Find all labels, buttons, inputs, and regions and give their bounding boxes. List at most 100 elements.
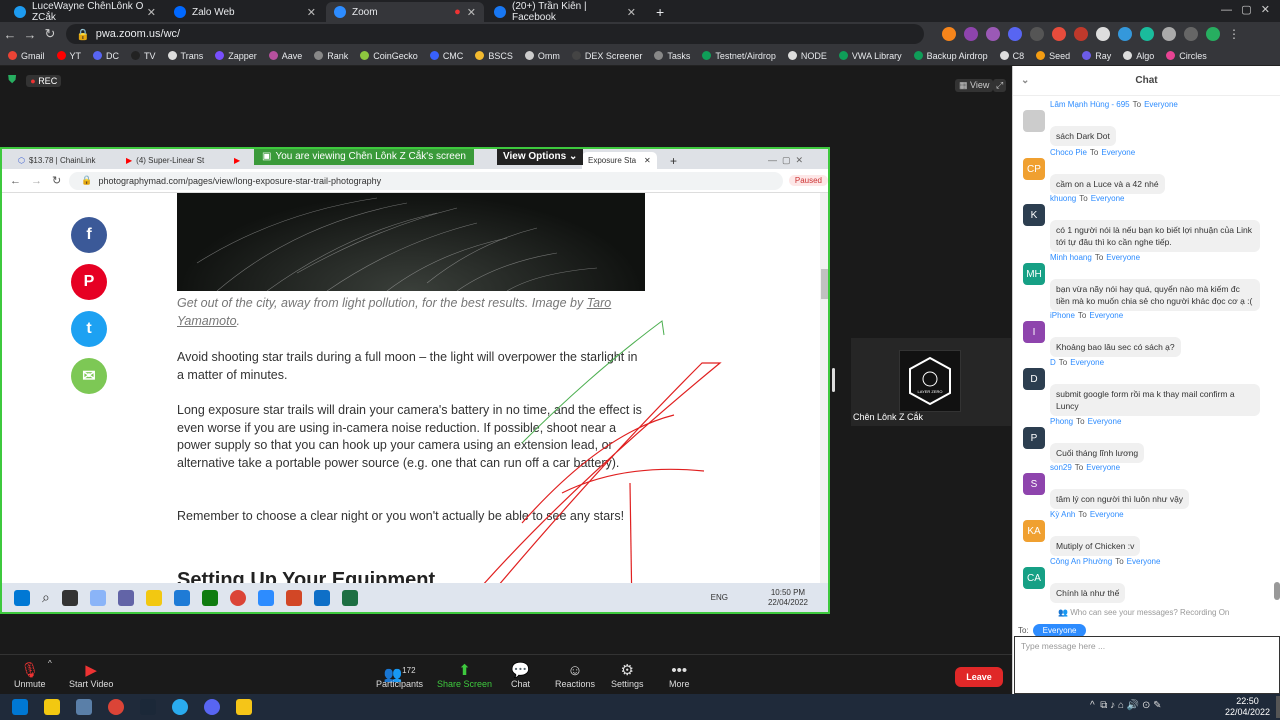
unmute-button[interactable]: 🎙 Unmute bbox=[14, 663, 46, 690]
store-icon[interactable] bbox=[173, 589, 190, 606]
bookmark-item[interactable]: NODE bbox=[787, 51, 827, 61]
show-desktop-button[interactable] bbox=[1276, 696, 1280, 718]
bookmark-item[interactable]: C8 bbox=[999, 51, 1024, 61]
inner-tab[interactable]: ⬡ $13.78 | ChainLink bbox=[12, 152, 102, 169]
scroll-thumb[interactable] bbox=[821, 269, 828, 299]
bookmark-item[interactable]: Ray bbox=[1082, 51, 1111, 61]
calculator-icon[interactable] bbox=[76, 699, 92, 715]
window-controls[interactable]: — ▢ ✕ bbox=[1221, 3, 1270, 16]
chrome-icon[interactable] bbox=[108, 699, 124, 715]
bookmark-item[interactable]: TV bbox=[131, 51, 156, 61]
paused-badge[interactable]: Paused bbox=[788, 175, 828, 186]
app-icon[interactable] bbox=[313, 589, 330, 606]
bookmark-item[interactable]: CMC bbox=[429, 51, 463, 61]
inner-url-field[interactable]: 🔒 photographymad.com/pages/view/long-exp… bbox=[69, 171, 783, 190]
inner-tab-active[interactable]: Exposure Sta ✕ bbox=[582, 152, 657, 169]
search-icon[interactable]: ⌕ bbox=[42, 589, 50, 606]
bookmark-item[interactable]: Omm bbox=[524, 51, 560, 61]
bookmark-item[interactable]: Tasks bbox=[654, 51, 690, 61]
bookmark-item[interactable]: Backup Airdrop bbox=[913, 51, 988, 61]
back-icon[interactable]: ← bbox=[0, 27, 20, 42]
windows-icon[interactable] bbox=[12, 699, 28, 715]
steam-icon[interactable] bbox=[140, 699, 156, 715]
metamask-icon[interactable] bbox=[942, 27, 956, 41]
forward-icon[interactable]: → bbox=[31, 175, 42, 187]
bookmark-item[interactable]: CoinGecko bbox=[360, 51, 418, 61]
teams-icon[interactable] bbox=[117, 589, 134, 606]
start-video-button[interactable]: ▶ Start Video bbox=[69, 663, 113, 690]
share-screen-button[interactable]: ⬆ Share Screen bbox=[437, 663, 492, 690]
app-icon[interactable] bbox=[89, 589, 106, 606]
bookmark-item[interactable]: DEX Screener bbox=[571, 51, 642, 61]
bookmark-item[interactable]: DC bbox=[93, 51, 119, 61]
bookmark-item[interactable]: Zapper bbox=[215, 51, 257, 61]
bookmark-item[interactable]: Rank bbox=[314, 51, 348, 61]
inner-tab[interactable]: ▶ (4) Super-Linear St bbox=[120, 152, 210, 169]
tab-zalo[interactable]: Zalo Web ✕ bbox=[166, 2, 324, 22]
bookmark-item[interactable]: Trans bbox=[167, 51, 203, 61]
zoom-icon[interactable] bbox=[257, 589, 274, 606]
extension-icon[interactable] bbox=[1030, 27, 1044, 41]
audio-options-caret[interactable]: ^ bbox=[48, 659, 52, 668]
bookmark-item[interactable]: Gmail bbox=[8, 51, 45, 61]
bookmark-item[interactable]: Aave bbox=[268, 51, 302, 61]
forward-icon[interactable]: → bbox=[20, 27, 40, 42]
telegram-icon[interactable] bbox=[172, 699, 188, 715]
tab-zoom[interactable]: Zoom ● ✕ bbox=[326, 2, 484, 22]
tab-lucewayne[interactable]: LuceWayne ChênLônk O ZCắk ✕ bbox=[6, 1, 164, 23]
powerpoint-icon[interactable] bbox=[285, 589, 302, 606]
panel-resize-handle[interactable] bbox=[832, 368, 835, 392]
inner-window-controls[interactable]: — ▢ ✕ bbox=[762, 152, 809, 169]
view-options-button[interactable]: View Options ⌄ bbox=[497, 149, 584, 165]
extension-icon[interactable] bbox=[986, 27, 1000, 41]
bookmark-item[interactable]: YT bbox=[56, 51, 81, 61]
chat-button[interactable]: 💬 Chat bbox=[511, 663, 530, 690]
who-can-see-notice[interactable]: 👥 Who can see your messages? Recording O… bbox=[1058, 608, 1229, 617]
bookmark-item[interactable]: VWA Library bbox=[838, 51, 902, 61]
chrome-icon[interactable] bbox=[229, 589, 246, 606]
close-icon[interactable]: ✕ bbox=[467, 6, 476, 19]
bookmark-item[interactable]: Testnet/Airdrop bbox=[702, 51, 776, 61]
windows-icon[interactable] bbox=[14, 589, 30, 606]
extension-icon[interactable] bbox=[1052, 27, 1066, 41]
fullscreen-icon[interactable]: ⤢ bbox=[993, 79, 1007, 92]
menu-icon[interactable]: ⋮ bbox=[1228, 27, 1240, 41]
new-tab-button[interactable]: + bbox=[648, 2, 668, 22]
close-icon[interactable]: ✕ bbox=[627, 6, 636, 19]
chat-scroll-thumb[interactable] bbox=[1274, 582, 1280, 600]
view-button[interactable]: ▦ View bbox=[955, 79, 994, 92]
settings-button[interactable]: ⚙ Settings bbox=[611, 663, 644, 690]
chat-message-input[interactable]: Type message here ... bbox=[1014, 636, 1280, 694]
inner-new-tab[interactable]: + bbox=[664, 152, 683, 169]
leave-button[interactable]: Leave bbox=[955, 667, 1003, 687]
reactions-button[interactable]: ☺ Reactions bbox=[555, 663, 595, 690]
xbox-icon[interactable] bbox=[201, 589, 218, 606]
extension-icon[interactable] bbox=[1096, 27, 1110, 41]
taskbar-clock[interactable]: 22:50 22/04/2022 bbox=[1225, 696, 1270, 718]
inner-scrollbar[interactable] bbox=[820, 193, 828, 583]
sidebar-icon[interactable] bbox=[1184, 27, 1198, 41]
more-button[interactable]: ••• More bbox=[669, 663, 690, 690]
url-field[interactable]: 🔒 pwa.zoom.us/wc/ bbox=[66, 24, 924, 44]
extension-icon[interactable] bbox=[1074, 27, 1088, 41]
discord-icon[interactable] bbox=[204, 699, 220, 715]
chevron-down-icon[interactable]: ⌄ bbox=[1021, 75, 1029, 86]
excel-icon[interactable] bbox=[341, 589, 358, 606]
extension-icon[interactable] bbox=[1118, 27, 1132, 41]
taskview-icon[interactable] bbox=[61, 589, 78, 606]
inner-tab[interactable]: ▶ bbox=[228, 152, 246, 169]
extension-icon[interactable] bbox=[964, 27, 978, 41]
puzzle-icon[interactable] bbox=[1162, 27, 1176, 41]
close-icon[interactable]: ✕ bbox=[147, 6, 156, 19]
back-icon[interactable]: ← bbox=[10, 175, 21, 187]
participants-button[interactable]: 👥172 Participants bbox=[376, 663, 423, 689]
avatar[interactable] bbox=[1206, 27, 1220, 41]
bookmark-item[interactable]: Circles bbox=[1166, 51, 1207, 61]
bookmark-item[interactable]: BSCS bbox=[475, 51, 513, 61]
extension-icon[interactable] bbox=[1008, 27, 1022, 41]
close-icon[interactable]: ✕ bbox=[307, 6, 316, 19]
extension-icon[interactable] bbox=[1140, 27, 1154, 41]
bookmark-item[interactable]: Seed bbox=[1036, 51, 1070, 61]
bookmark-item[interactable]: Algo bbox=[1123, 51, 1154, 61]
folder-icon[interactable] bbox=[44, 699, 60, 715]
